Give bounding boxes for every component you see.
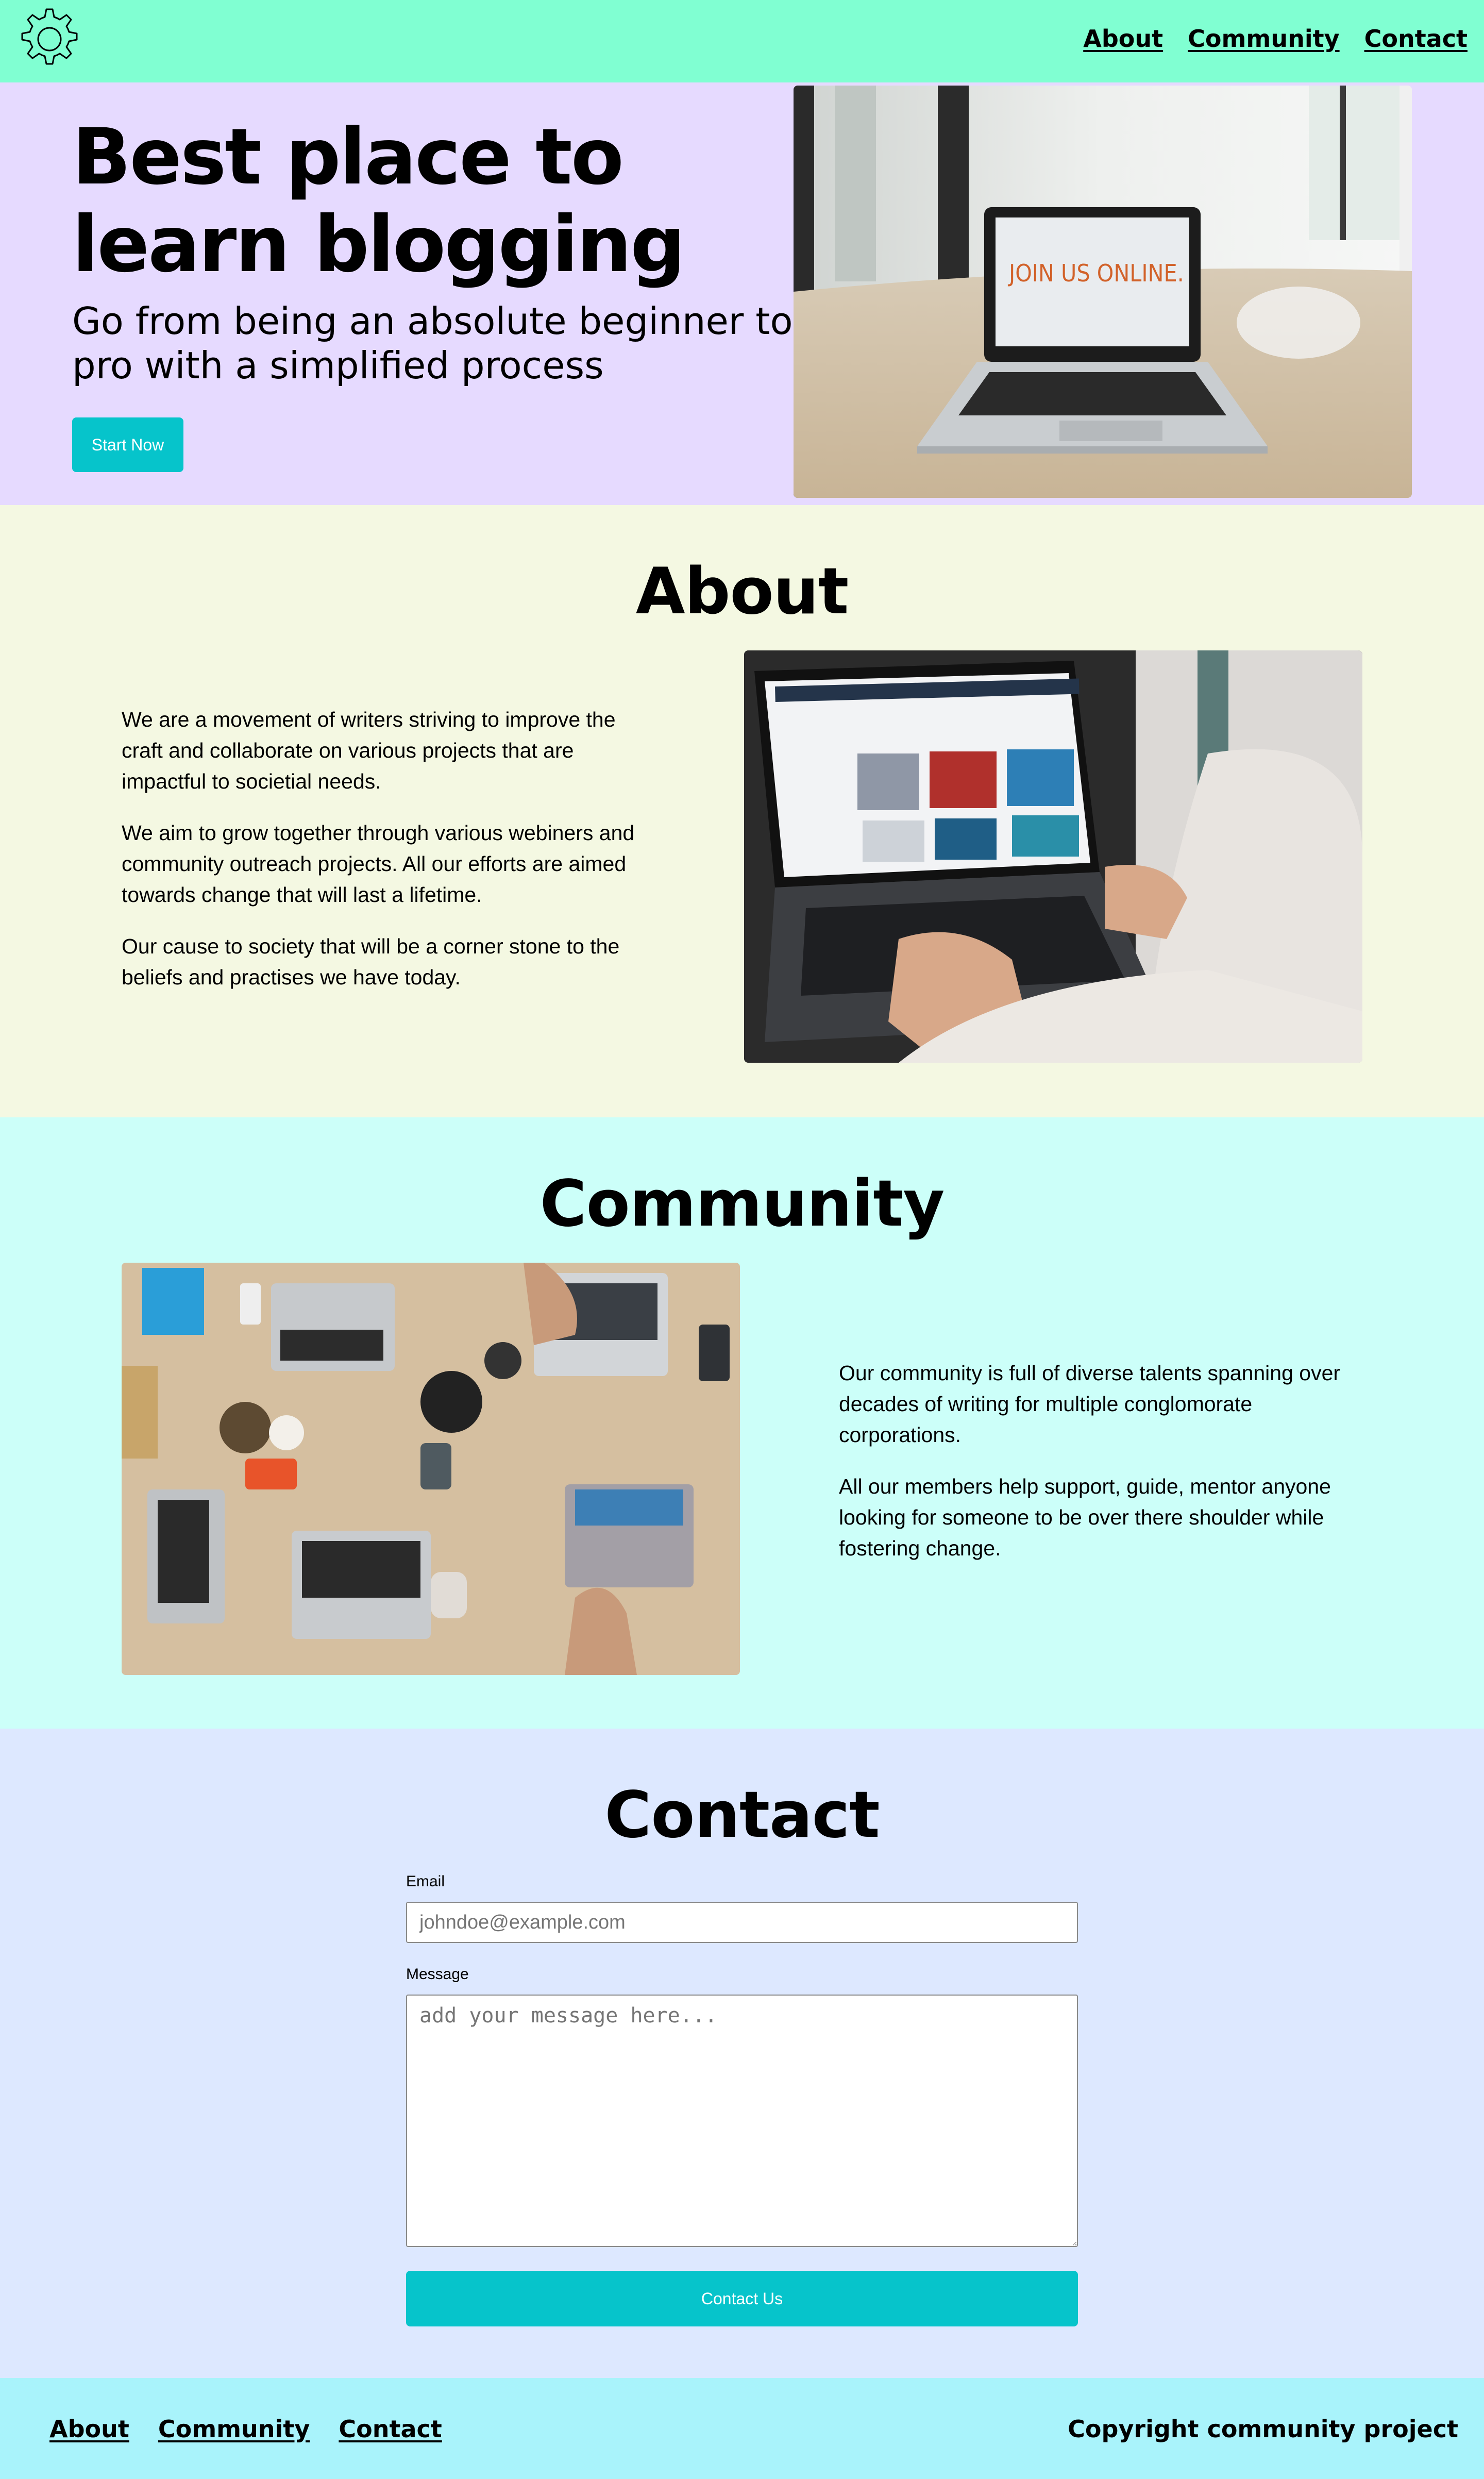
about-paragraph: We are a movement of writers striving to… bbox=[122, 708, 616, 793]
nav-link-about[interactable]: About bbox=[1083, 25, 1163, 53]
about-laptop-image bbox=[744, 650, 1362, 1063]
community-section: Community Our community is full of diver… bbox=[0, 1117, 1484, 1729]
nav-link-community[interactable]: Community bbox=[1188, 25, 1339, 53]
about-section: About We are a movement of writers striv… bbox=[0, 505, 1484, 1117]
contact-section: Contact Email Message Contact Us bbox=[0, 1729, 1484, 2378]
community-paragraph: All our members help support, guide, men… bbox=[839, 1475, 1331, 1560]
header-nav: About Community Contact bbox=[1083, 25, 1468, 53]
community-text: Our community is full of diverse talents… bbox=[839, 1358, 1354, 1584]
about-title: About bbox=[635, 555, 849, 629]
footer-link-community[interactable]: Community bbox=[158, 2415, 310, 2443]
hero-subtitle: Go from being an absolute beginner to pr… bbox=[72, 299, 793, 387]
about-text: We are a movement of writers striving to… bbox=[122, 704, 637, 1013]
community-paragraph: Our community is full of diverse talents… bbox=[839, 1361, 1341, 1447]
message-field[interactable] bbox=[406, 1995, 1078, 2247]
hero-title: Best place to learn blogging bbox=[72, 112, 686, 290]
gear-icon[interactable] bbox=[16, 6, 82, 72]
page: About Community Contact Best place to le… bbox=[0, 0, 1484, 2479]
email-label: Email bbox=[406, 1873, 445, 1890]
community-desk-image bbox=[122, 1263, 740, 1675]
hero-image-screen-text: JOIN US ONLINE. bbox=[1007, 259, 1184, 287]
footer-nav: About Community Contact bbox=[49, 2415, 442, 2443]
copyright-text: Copyright community project bbox=[1068, 2415, 1458, 2443]
email-field[interactable] bbox=[406, 1902, 1078, 1943]
contact-form: Email Message Contact Us bbox=[406, 1873, 1078, 2326]
contact-us-button[interactable]: Contact Us bbox=[406, 2271, 1078, 2326]
hero-section: Best place to learn blogging Go from bei… bbox=[0, 82, 1484, 505]
community-title: Community bbox=[539, 1167, 945, 1241]
nav-link-contact[interactable]: Contact bbox=[1364, 25, 1468, 53]
footer-link-about[interactable]: About bbox=[49, 2415, 129, 2443]
site-footer: About Community Contact Copyright commun… bbox=[0, 2378, 1484, 2479]
site-header: About Community Contact bbox=[0, 0, 1484, 82]
about-paragraph: We aim to grow together through various … bbox=[122, 821, 635, 907]
hero-laptop-image: JOIN US ONLINE. bbox=[794, 86, 1412, 498]
about-paragraph: Our cause to society that will be a corn… bbox=[122, 934, 620, 989]
start-now-button[interactable]: Start Now bbox=[72, 417, 183, 472]
contact-title: Contact bbox=[604, 1778, 880, 1852]
footer-link-contact[interactable]: Contact bbox=[339, 2415, 442, 2443]
message-label: Message bbox=[406, 1966, 469, 1983]
